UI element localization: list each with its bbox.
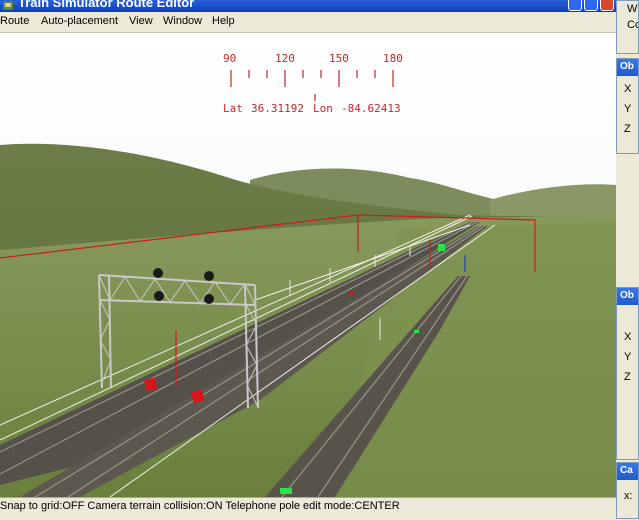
menu-window[interactable]: Window (163, 15, 202, 27)
panel-top-row-1: W (627, 3, 638, 15)
object-panel-2[interactable]: Ob X Y Z (616, 287, 639, 460)
minimize-button[interactable] (568, 0, 582, 11)
object-panel-2-z-label: Z (624, 371, 631, 383)
menu-auto-placement[interactable]: Auto-placement (41, 15, 118, 27)
lon-label: Lon (313, 102, 333, 115)
status-bar: Snap to grid:OFF Camera terrain collisio… (0, 497, 616, 520)
close-button[interactable] (600, 0, 614, 11)
tool-panel-top[interactable]: W Co (616, 0, 639, 54)
compass-tick-120: 120 (275, 52, 295, 65)
panel-top-row-2: Co (627, 19, 638, 31)
camera-panel-title-text: Ca (620, 465, 633, 476)
menu-help[interactable]: Help (212, 15, 235, 27)
status-text: Snap to grid:OFF Camera terrain collisio… (0, 500, 400, 512)
object-panel-1-title-text: Ob (620, 61, 634, 72)
scene-canvas[interactable]: 90 120 150 180 Lat 36.31192 Lon -84.6241… (0, 33, 616, 497)
object-panel-1[interactable]: Ob X Y Z (616, 58, 639, 154)
camera-panel-x-label: x: (624, 490, 633, 502)
object-panel-2-x-label: X (624, 331, 632, 343)
object-panel-2-title[interactable]: Ob (617, 288, 638, 305)
lat-value: 36.31192 (251, 102, 304, 115)
compass-tick-90: 90 (223, 52, 236, 65)
menu-route[interactable]: Route (0, 15, 29, 27)
compass-tick-180: 180 (383, 52, 403, 65)
object-panel-1-x-label: X (624, 83, 632, 95)
object-panel-1-z-label: Z (624, 123, 631, 135)
lat-label: Lat (223, 102, 243, 115)
object-panel-1-title[interactable]: Ob (617, 59, 638, 76)
object-panel-2-title-text: Ob (620, 290, 634, 301)
window-title: Train Simulator Route Editor (18, 0, 195, 10)
camera-panel[interactable]: Ca x: (616, 462, 639, 519)
route-3d-viewport[interactable]: 90 120 150 180 Lat 36.31192 Lon -84.6241… (0, 33, 616, 497)
object-panel-1-y-label: Y (624, 103, 632, 115)
maximize-button[interactable] (584, 0, 598, 11)
menu-view[interactable]: View (129, 15, 153, 27)
object-panel-2-y-label: Y (624, 351, 632, 363)
camera-panel-title[interactable]: Ca (617, 463, 638, 480)
menu-bar: Route Auto-placement View Window Help (0, 12, 616, 33)
compass-tick-150: 150 (329, 52, 349, 65)
lon-value: -84.62413 (341, 102, 401, 115)
app-icon (3, 1, 13, 10)
title-bar[interactable]: Train Simulator Route Editor (0, 0, 616, 12)
